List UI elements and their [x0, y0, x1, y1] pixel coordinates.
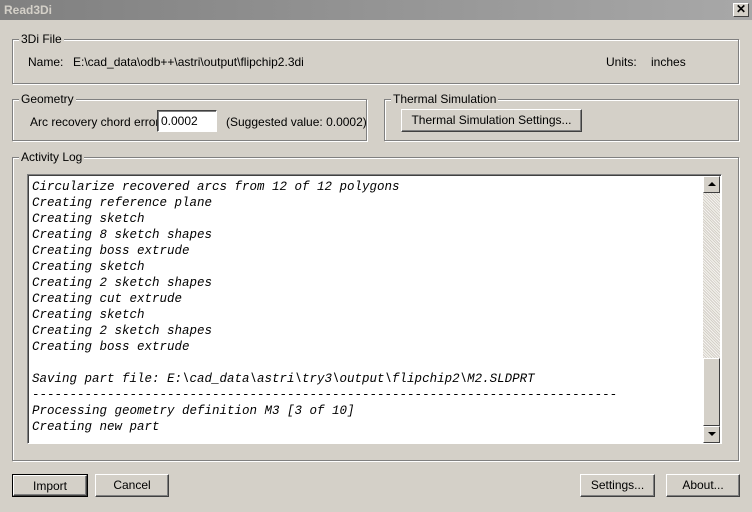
- chord-error-input[interactable]: [157, 110, 217, 132]
- file-name-label: Name:: [28, 55, 64, 69]
- log-line: Creating cut extrude: [32, 292, 183, 306]
- log-line: Creating new part: [32, 420, 160, 434]
- log-line: Creating 2 sketch shapes: [32, 276, 213, 290]
- thermal-settings-button[interactable]: Thermal Simulation Settings...: [401, 109, 582, 132]
- log-line: Creating sketch: [32, 212, 145, 226]
- geometry-group-legend: Geometry: [19, 92, 76, 106]
- units-value: inches: [651, 55, 686, 69]
- log-line: Creating 2 sketch shapes: [32, 324, 213, 338]
- log-line: Creating reference plane: [32, 196, 213, 210]
- log-line: Creating boss extrude: [32, 244, 190, 258]
- suggested-value-label: (Suggested value: 0.0002): [226, 115, 367, 129]
- thermal-group-legend: Thermal Simulation: [391, 92, 499, 106]
- log-scrollbar[interactable]: [703, 176, 720, 443]
- scroll-thumb[interactable]: [703, 358, 720, 426]
- units-label: Units:: [606, 55, 637, 69]
- log-line: Creating 8 sketch shapes: [32, 228, 213, 242]
- log-line: Creating sketch: [32, 260, 145, 274]
- about-button[interactable]: About...: [666, 474, 740, 497]
- log-line: Circularize recovered arcs from 12 of 12…: [32, 180, 400, 194]
- file-group-legend: 3Di File: [19, 32, 64, 46]
- cancel-button[interactable]: Cancel: [95, 474, 169, 497]
- chord-error-label: Arc recovery chord error:: [30, 115, 163, 129]
- import-button[interactable]: Import: [12, 474, 88, 497]
- arrow-down-icon: [708, 432, 716, 436]
- scroll-down-button[interactable]: [703, 426, 720, 443]
- log-line: Saving part file: E:\cad_data\astri\try3…: [32, 372, 535, 386]
- settings-button[interactable]: Settings...: [580, 474, 655, 497]
- arrow-up-icon: [708, 182, 716, 186]
- activity-log-textarea[interactable]: Circularize recovered arcs from 12 of 12…: [27, 174, 722, 444]
- log-line: Processing geometry definition M3 [3 of …: [32, 404, 355, 418]
- log-line: ----------------------------------------…: [32, 388, 618, 402]
- log-line: Creating boss extrude: [32, 340, 190, 354]
- activity-log-legend: Activity Log: [19, 150, 85, 164]
- window-title: Read3Di: [4, 3, 53, 17]
- window-titlebar: Read3Di: [0, 0, 752, 20]
- close-icon: ✕: [735, 2, 747, 16]
- file-name-value: E:\cad_data\odb++\astri\output\flipchip2…: [73, 55, 304, 69]
- log-line: Creating sketch: [32, 308, 145, 322]
- scroll-up-button[interactable]: [703, 176, 720, 193]
- activity-log-lines: Circularize recovered arcs from 12 of 12…: [32, 179, 702, 435]
- close-button[interactable]: ✕: [733, 3, 749, 17]
